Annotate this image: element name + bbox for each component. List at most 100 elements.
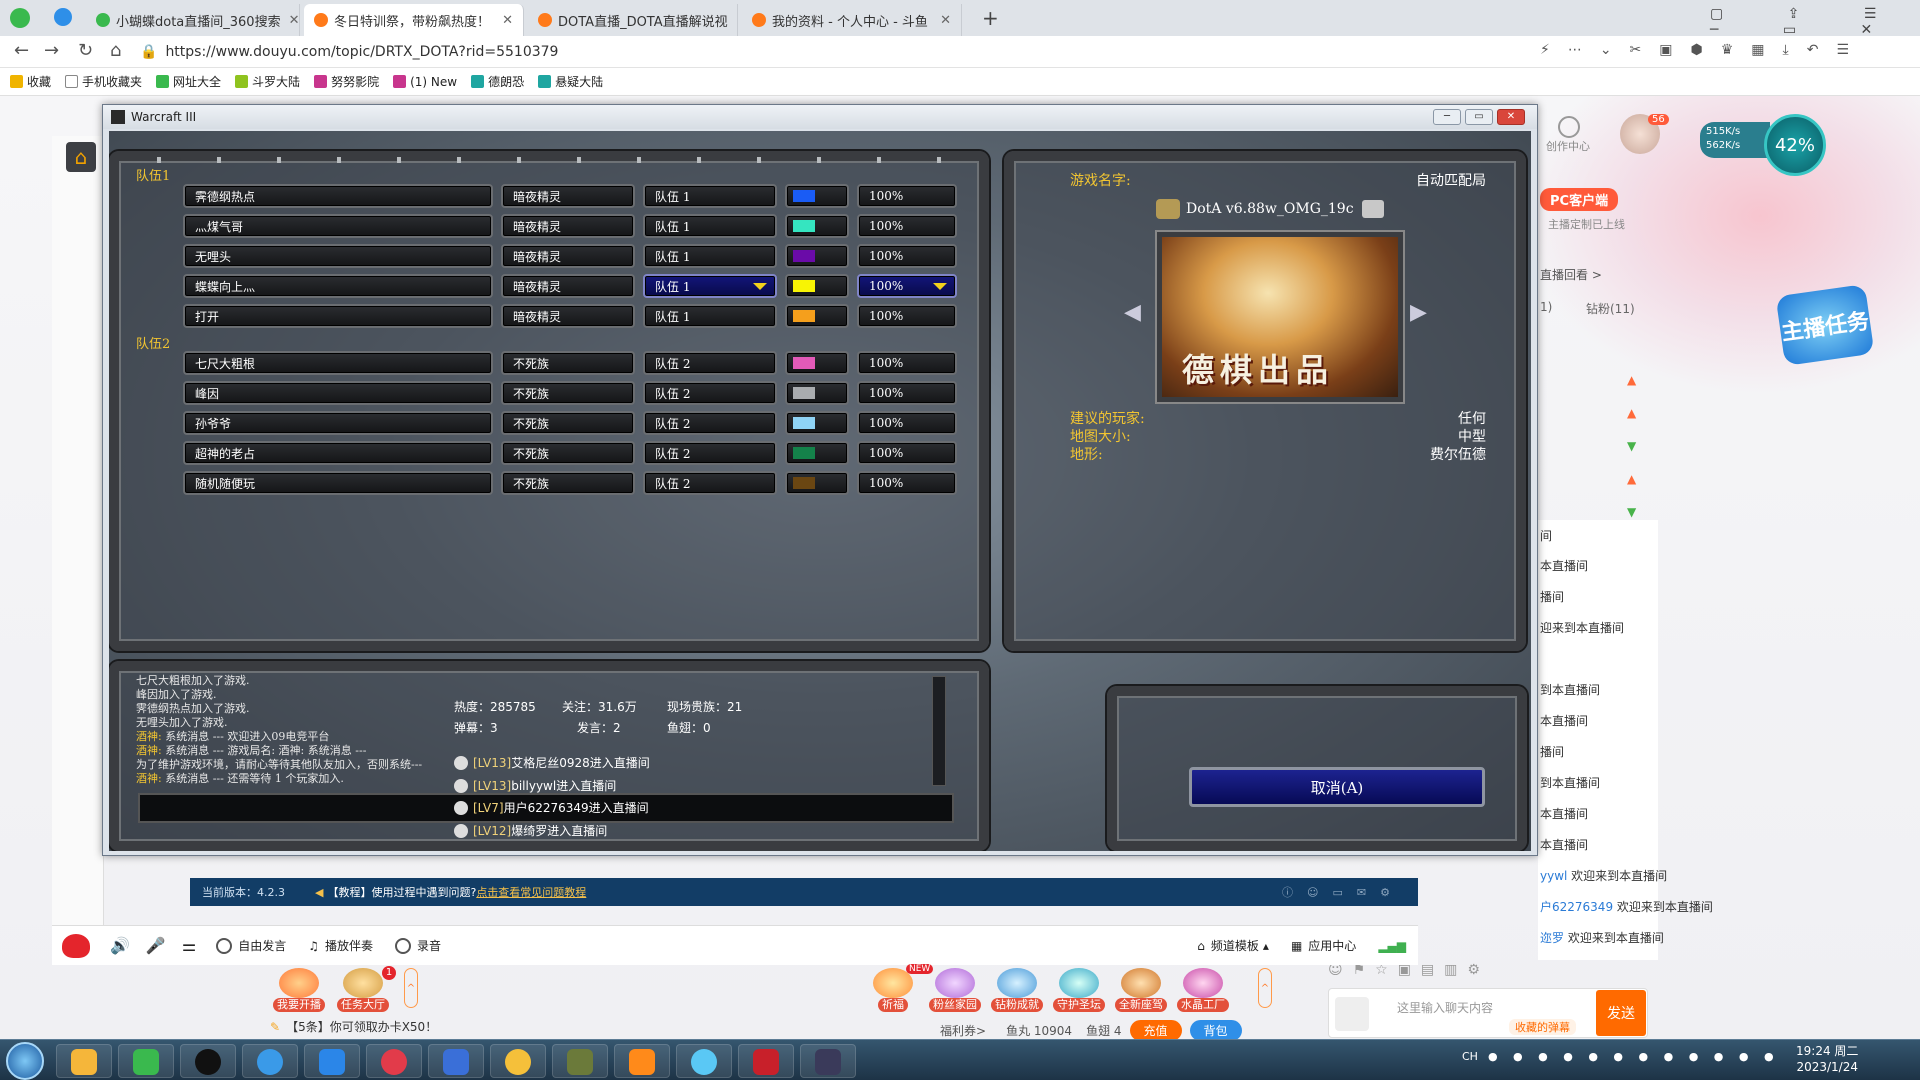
tab-right-2[interactable]: 钻粉(11) [1586, 300, 1635, 317]
tab-profile[interactable]: 我的资料 - 个人中心 - 斗鱼 ✕ [742, 4, 962, 36]
player-color-slot[interactable] [785, 471, 849, 495]
close-button[interactable]: ✕ [1497, 109, 1525, 125]
taskbar-app[interactable] [180, 1044, 236, 1078]
tab-right-1[interactable]: 1) [1540, 300, 1552, 314]
taskbar-app[interactable] [738, 1044, 794, 1078]
player-team-slot[interactable]: 队伍 2 [643, 471, 777, 495]
task-banner[interactable]: 主播任务 [1775, 284, 1875, 366]
player-team-slot[interactable]: 队伍 1 [643, 184, 777, 208]
player-name-slot[interactable]: 峰因 [183, 381, 493, 405]
player-color-slot[interactable] [785, 411, 849, 435]
gift-fan-home[interactable]: 粉丝家园 [928, 968, 982, 1012]
mic-icon[interactable]: 🎤 [146, 936, 166, 955]
saved-danmu[interactable]: 收藏的弹幕 [1509, 1019, 1576, 1035]
minimize-button[interactable]: ─ [1433, 109, 1461, 125]
bookmark-item[interactable]: 网址大全 [156, 73, 221, 90]
player-handicap-slot[interactable]: 100% [857, 244, 957, 268]
bookmark-item[interactable]: (1) New [393, 75, 457, 89]
player-race-slot[interactable]: 不死族 [501, 411, 635, 435]
taskbar-app[interactable] [304, 1044, 360, 1078]
reload-icon[interactable]: ↻ [78, 40, 93, 61]
home-icon[interactable]: ⌂ [66, 142, 96, 172]
gift-crystal-factory[interactable]: 水晶工厂 [1176, 968, 1230, 1012]
new-tab-button[interactable]: + [982, 6, 999, 30]
player-team-slot[interactable]: 队伍 2 [643, 351, 777, 375]
volume-icon[interactable]: 🔊 [110, 936, 130, 955]
player-team-slot[interactable]: 队伍 1 [643, 274, 777, 298]
url-field[interactable]: 🔒 https://www.douyu.com/topic/DRTX_DOTA?… [140, 40, 1500, 64]
taskbar-app[interactable] [552, 1044, 608, 1078]
player-color-slot[interactable] [785, 351, 849, 375]
player-race-slot[interactable]: 不死族 [501, 471, 635, 495]
player-handicap-slot[interactable]: 100% [857, 471, 957, 495]
player-team-slot[interactable]: 队伍 1 [643, 304, 777, 328]
maximize-button[interactable]: ▭ [1465, 109, 1493, 125]
accompany-button[interactable]: ♫ 播放伴奏 [308, 937, 373, 954]
player-name-slot[interactable]: 灬煤气哥 [183, 214, 493, 238]
player-color-slot[interactable] [785, 441, 849, 465]
player-handicap-slot[interactable]: 100% [857, 184, 957, 208]
browser-side-icon[interactable] [54, 8, 72, 26]
player-race-slot[interactable]: 暗夜精灵 [501, 304, 635, 328]
back-icon[interactable]: ← [14, 40, 29, 61]
taskbar-app[interactable] [490, 1044, 546, 1078]
welfare-link[interactable]: 福利券> [940, 1022, 986, 1039]
free-speech-button[interactable]: 自由发言 [216, 937, 286, 954]
like-icon[interactable] [62, 933, 90, 958]
bookmark-item[interactable]: 斗罗大陆 [235, 73, 300, 90]
taskbar-app[interactable] [242, 1044, 298, 1078]
player-team-slot[interactable]: 队伍 2 [643, 441, 777, 465]
forward-icon[interactable]: → [44, 40, 59, 61]
player-name-slot[interactable]: 孙爷爷 [183, 411, 493, 435]
eq-icon[interactable]: ⚌ [182, 936, 196, 955]
player-color-slot[interactable] [785, 381, 849, 405]
bookmark-item[interactable]: 德朗恐 [471, 73, 524, 90]
bookmark-item[interactable]: 努努影院 [314, 73, 379, 90]
tab-dota[interactable]: DOTA直播_DOTA直播解说视✕ [528, 4, 738, 36]
close-icon[interactable]: ✕ [281, 13, 299, 28]
backpack-button[interactable]: 背包 [1189, 1020, 1242, 1041]
player-race-slot[interactable]: 不死族 [501, 381, 635, 405]
player-name-slot[interactable]: 七尺大粗根 [183, 351, 493, 375]
clock[interactable]: 19:24 周二 2023/1/24 [1796, 1043, 1858, 1075]
recharge-button[interactable]: 充值 [1129, 1020, 1182, 1041]
player-color-slot[interactable] [785, 184, 849, 208]
creator-center-icon[interactable] [1558, 116, 1580, 138]
record-button[interactable]: 录音 [394, 937, 441, 954]
creator-center-label[interactable]: 创作中心 [1546, 138, 1590, 154]
map-next-arrow[interactable]: ▶ [1410, 300, 1427, 325]
player-handicap-slot[interactable]: 100% [857, 304, 957, 328]
player-race-slot[interactable]: 暗夜精灵 [501, 184, 635, 208]
player-color-slot[interactable] [785, 244, 849, 268]
taskbar-app[interactable] [56, 1044, 112, 1078]
gift-pray[interactable]: 祈福 [866, 968, 920, 1012]
channel-template-button[interactable]: ⌂ 频道模板 ▴ [1197, 937, 1269, 954]
taskbar-app[interactable] [428, 1044, 484, 1078]
close-icon[interactable]: ✕ [494, 13, 513, 28]
player-handicap-slot[interactable]: 100% [857, 411, 957, 435]
start-button[interactable] [6, 1042, 44, 1080]
taskbar-app[interactable] [800, 1044, 856, 1078]
gift-guard-altar[interactable]: 守护圣坛 [1052, 968, 1106, 1012]
player-race-slot[interactable]: 不死族 [501, 441, 635, 465]
close-icon[interactable]: ✕ [728, 13, 737, 28]
taskbar-app[interactable] [614, 1044, 670, 1078]
player-name-slot[interactable]: 随机随便玩 [183, 471, 493, 495]
taskbar-app[interactable] [366, 1044, 422, 1078]
app-center-button[interactable]: ▦ 应用中心 [1291, 937, 1356, 954]
player-name-slot[interactable]: 打开 [183, 304, 493, 328]
player-name-slot[interactable]: 超神的老占 [183, 441, 493, 465]
player-race-slot[interactable]: 暗夜精灵 [501, 214, 635, 238]
cancel-button[interactable]: 取消(A) [1189, 767, 1485, 807]
player-name-slot[interactable]: 蝶蝶向上灬 [183, 274, 493, 298]
player-team-slot[interactable]: 队伍 2 [643, 381, 777, 405]
player-color-slot[interactable] [785, 274, 849, 298]
tab-search[interactable]: 小蝴蝶dota直播间_360搜索 ✕ [86, 4, 300, 36]
player-race-slot[interactable]: 不死族 [501, 351, 635, 375]
player-name-slot[interactable]: 无哩头 [183, 244, 493, 268]
danmu-icon[interactable] [1335, 997, 1369, 1031]
taskbar-app[interactable] [118, 1044, 174, 1078]
player-handicap-slot[interactable]: 100% [857, 351, 957, 375]
home-icon[interactable]: ⌂ [110, 40, 121, 61]
replay-link[interactable]: 直播回看 > [1540, 266, 1602, 283]
